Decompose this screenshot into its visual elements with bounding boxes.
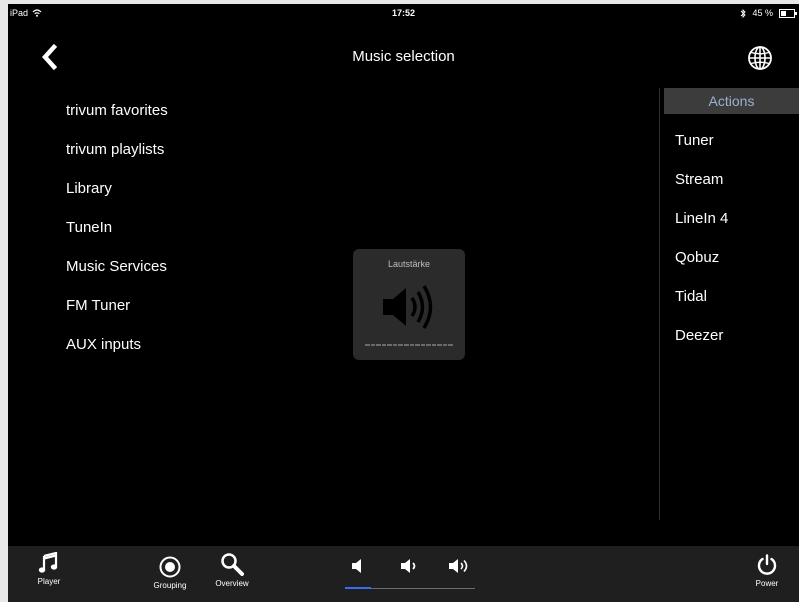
actions-divider [659, 88, 660, 520]
action-tidal[interactable]: Tidal [675, 287, 728, 326]
bluetooth-icon [741, 8, 747, 18]
action-linein-4[interactable]: LineIn 4 [675, 209, 728, 248]
speaker-low-icon [401, 559, 416, 573]
actions-list: Tuner Stream LineIn 4 Qobuz Tidal Deezer [675, 131, 728, 365]
bottom-toolbar: Player Grouping Overview Power [8, 546, 799, 602]
menu-item-tunein[interactable]: TuneIn [66, 217, 168, 256]
volume-mute-button[interactable] [351, 558, 365, 579]
menu-item-library[interactable]: Library [66, 178, 168, 217]
globe-icon [748, 46, 772, 70]
battery-fill [781, 10, 786, 16]
music-note-icon [38, 552, 58, 573]
page-title: Music selection [352, 48, 455, 65]
action-qobuz[interactable]: Qobuz [675, 248, 728, 287]
player-button[interactable]: Player [34, 552, 64, 586]
volume-slider[interactable] [345, 587, 475, 589]
menu-item-music-services[interactable]: Music Services [66, 256, 168, 295]
app-screen: iPad 17:52 45 % Music selection trivum f… [8, 4, 799, 602]
volume-overlay-level [365, 344, 453, 346]
speaker-loud-icon [383, 285, 433, 329]
grouping-button[interactable]: Grouping [150, 556, 190, 590]
volume-down-button[interactable] [400, 558, 420, 579]
overview-button[interactable]: Overview [212, 552, 252, 588]
action-stream[interactable]: Stream [675, 170, 728, 209]
language-button[interactable] [746, 44, 774, 72]
grouping-label: Grouping [153, 581, 187, 590]
action-deezer[interactable]: Deezer [675, 326, 728, 365]
status-time: 17:52 [391, 8, 416, 18]
menu-item-trivum-favorites[interactable]: trivum favorites [66, 100, 168, 139]
menu-item-aux-inputs[interactable]: AUX inputs [66, 334, 168, 373]
status-bar: iPad 17:52 45 % [8, 4, 799, 22]
power-label: Power [755, 579, 779, 588]
actions-header: Actions [664, 88, 799, 114]
battery-percent: 45 % [752, 8, 773, 18]
overview-label: Overview [215, 579, 249, 588]
menu-item-trivum-playlists[interactable]: trivum playlists [66, 139, 168, 178]
search-icon [221, 553, 244, 576]
volume-overlay-label: Lautstärke [387, 259, 431, 269]
action-tuner[interactable]: Tuner [675, 131, 728, 170]
player-label: Player [37, 577, 61, 586]
volume-slider-fill [345, 587, 371, 589]
speaker-icon [352, 559, 361, 573]
power-button[interactable]: Power [752, 554, 782, 588]
music-source-menu: trivum favorites trivum playlists Librar… [66, 100, 168, 373]
grouping-icon [159, 556, 181, 578]
speaker-high-icon [449, 559, 468, 573]
battery-icon [779, 8, 797, 18]
power-icon [757, 554, 777, 575]
status-right: 45 % [740, 8, 797, 18]
volume-overlay: Lautstärke [353, 249, 465, 360]
volume-up-button[interactable] [448, 558, 472, 579]
menu-item-fm-tuner[interactable]: FM Tuner [66, 295, 168, 334]
